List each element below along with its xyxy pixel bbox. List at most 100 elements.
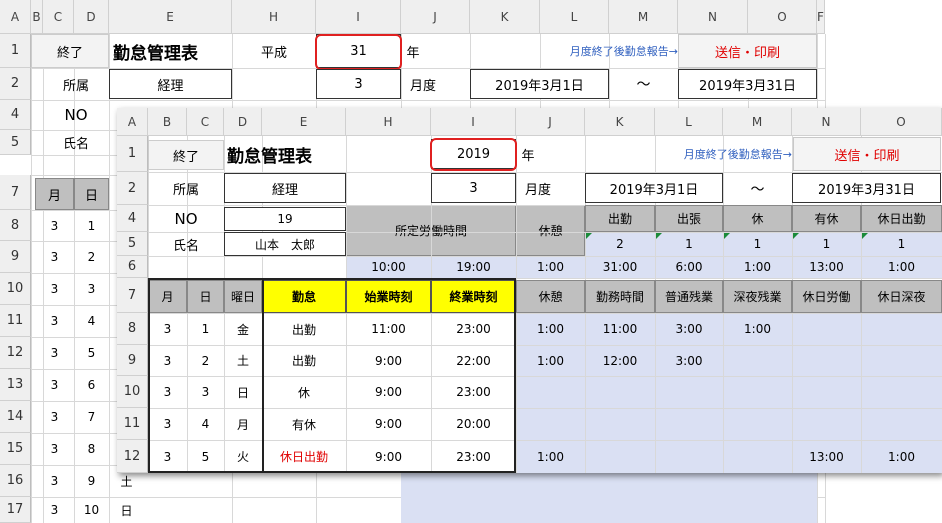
table-cell[interactable]: 23:00: [431, 313, 516, 345]
table-cell: 土: [236, 354, 249, 368]
scheduled-start: 10:00: [371, 260, 406, 274]
row-header[interactable]: 1: [0, 34, 31, 68]
row-header[interactable]: 8: [0, 210, 31, 241]
row-header[interactable]: 8: [117, 313, 148, 345]
tilde: ～: [636, 77, 651, 93]
no-label: NO: [174, 209, 198, 228]
row-header[interactable]: 7: [0, 175, 31, 210]
no-field[interactable]: 19: [224, 207, 346, 231]
row-header[interactable]: 11: [117, 408, 148, 440]
column-header[interactable]: J: [401, 0, 470, 34]
row-header[interactable]: 12: [117, 440, 148, 473]
column-header[interactable]: M: [609, 0, 678, 34]
table-cell[interactable]: 9:00: [346, 408, 431, 440]
summary-header: 出勤: [585, 205, 655, 232]
send-print-button[interactable]: 送信・印刷: [678, 34, 817, 68]
start-date-field[interactable]: 2019年3月1日: [585, 173, 723, 203]
table-cell[interactable]: 有休: [262, 408, 346, 440]
column-header[interactable]: B: [31, 0, 43, 34]
column-header[interactable]: D: [74, 0, 109, 34]
table-cell[interactable]: 23:00: [431, 440, 516, 473]
table-cell[interactable]: 休日出勤: [262, 440, 346, 473]
table-cell: 3: [201, 385, 210, 399]
table-cell[interactable]: 22:00: [431, 345, 516, 376]
comment-marker: [793, 233, 799, 239]
column-header[interactable]: I: [316, 0, 401, 34]
column-header[interactable]: H: [346, 108, 431, 136]
row-header[interactable]: 5: [117, 232, 148, 256]
era-label: 平成: [260, 45, 287, 61]
column-header[interactable]: A: [117, 108, 148, 136]
table-cell[interactable]: 9:00: [346, 440, 431, 473]
start-date-field[interactable]: 2019年3月1日: [470, 69, 609, 99]
row-header[interactable]: 15: [0, 433, 31, 465]
report-link[interactable]: 月度終了後勤怠報告→: [637, 136, 792, 172]
report-link[interactable]: 月度終了後勤怠報告→: [545, 34, 678, 68]
end-date-field[interactable]: 2019年3月31日: [678, 69, 817, 99]
row-header[interactable]: 13: [0, 369, 31, 401]
row-header[interactable]: 12: [0, 337, 31, 369]
column-header[interactable]: D: [224, 108, 262, 136]
row-header[interactable]: 6: [117, 256, 148, 278]
row-header[interactable]: 9: [117, 345, 148, 376]
table-cell[interactable]: 20:00: [431, 408, 516, 440]
row-header[interactable]: 4: [0, 100, 31, 130]
column-header[interactable]: L: [655, 108, 723, 136]
row-header[interactable]: 9: [0, 241, 31, 273]
row-header[interactable]: 4: [117, 205, 148, 232]
end-button[interactable]: 終了: [148, 140, 224, 170]
column-header[interactable]: A: [0, 0, 31, 34]
month-field[interactable]: 3: [431, 173, 516, 203]
month-field[interactable]: 3: [316, 69, 401, 99]
send-print-button[interactable]: 送信・印刷: [793, 137, 941, 171]
row-header[interactable]: 10: [0, 273, 31, 305]
column-header[interactable]: M: [723, 108, 792, 136]
table-cell: [516, 408, 585, 440]
column-header[interactable]: L: [540, 0, 609, 34]
comment-marker: [586, 233, 592, 239]
dept-field[interactable]: 経理: [109, 69, 232, 99]
table-cell[interactable]: 23:00: [431, 376, 516, 408]
row-header[interactable]: 2: [0, 68, 31, 100]
end-date-field[interactable]: 2019年3月31日: [792, 173, 941, 203]
column-header[interactable]: E: [262, 108, 346, 136]
row-header[interactable]: 11: [0, 305, 31, 337]
column-header[interactable]: J: [516, 108, 585, 136]
column-header[interactable]: C: [187, 108, 224, 136]
column-header[interactable]: K: [585, 108, 655, 136]
column-header[interactable]: B: [148, 108, 187, 136]
row-header[interactable]: 2: [117, 172, 148, 205]
column-header[interactable]: O: [748, 0, 817, 34]
row-header[interactable]: 14: [0, 401, 31, 433]
row-header[interactable]: 17: [0, 497, 31, 523]
summary-total: 6:00: [675, 260, 703, 274]
row-header[interactable]: 5: [0, 130, 31, 155]
day-cell: 9: [87, 474, 96, 488]
column-header[interactable]: N: [792, 108, 861, 136]
table-cell[interactable]: 9:00: [346, 345, 431, 376]
column-header[interactable]: E: [109, 0, 232, 34]
row-header[interactable]: 1: [117, 136, 148, 172]
row-header[interactable]: 16: [0, 465, 31, 497]
row-header[interactable]: 7: [117, 278, 148, 313]
summary-header: 出張: [655, 205, 723, 232]
table-cell[interactable]: 出勤: [262, 313, 346, 345]
table-cell[interactable]: 出勤: [262, 345, 346, 376]
row-header[interactable]: 10: [117, 376, 148, 408]
column-header[interactable]: C: [43, 0, 74, 34]
table-cell: [861, 408, 942, 440]
column-header[interactable]: K: [470, 0, 540, 34]
column-header[interactable]: H: [232, 0, 316, 34]
column-header[interactable]: O: [861, 108, 942, 136]
table-cell[interactable]: 9:00: [346, 376, 431, 408]
column-header[interactable]: I: [431, 108, 516, 136]
column-header[interactable]: N: [678, 0, 748, 34]
end-button[interactable]: 終了: [31, 34, 109, 68]
dept-field[interactable]: 経理: [224, 173, 346, 203]
table-cell[interactable]: 11:00: [346, 313, 431, 345]
column-header[interactable]: F: [817, 0, 825, 34]
day-cell: 7: [87, 410, 96, 424]
name-field[interactable]: 山本 太郎: [224, 232, 346, 256]
table-cell: [585, 408, 655, 440]
table-cell[interactable]: 休: [262, 376, 346, 408]
